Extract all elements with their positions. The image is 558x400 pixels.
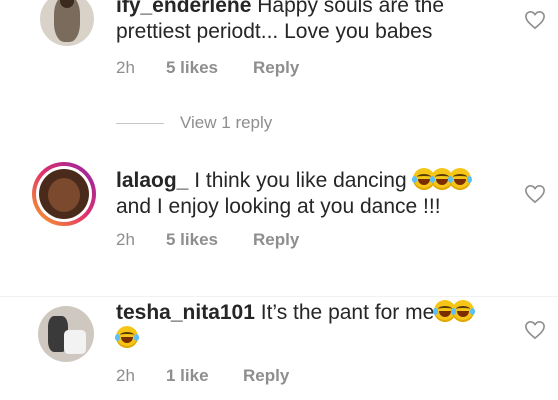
emoji-group [411,168,472,192]
heart-icon[interactable] [524,184,546,204]
comment-body-line1: It’s the pant for me [254,301,435,324]
tears-of-joy-emoji-icon [451,300,476,322]
comment-text: tesha_nita101 It’s the pant for me [115,300,536,352]
comment-body-line2: and I enjoy looking at you dance !!! [116,195,441,218]
emoji-group [115,326,139,350]
comment-item: ify_enderlene Happy souls are the pretti… [0,0,558,100]
comment-meta: 2h 1 like Reply [116,366,516,388]
tears-of-joy-emoji-icon [447,168,472,190]
avatar[interactable] [38,306,94,362]
comment-meta: 2h 5 likes Reply [116,230,516,252]
view-replies-toggle[interactable]: View 1 reply [116,113,416,135]
comment-text: lalaog_ I think you like dancing and I e… [116,168,536,220]
comment-body-line2: prettiest periodt... Love you babes [116,20,433,43]
reply-button[interactable]: Reply [253,230,299,250]
avatar[interactable] [32,162,96,226]
heart-icon[interactable] [524,320,546,340]
comment-time: 2h [116,366,135,385]
reply-button[interactable]: Reply [243,366,289,386]
avatar[interactable] [40,0,94,46]
comment-item: tesha_nita101 It’s the pant for me 2h 1 … [0,300,558,400]
comment-username[interactable]: ify_enderlene [116,0,251,17]
comment-time: 2h [116,58,135,77]
comment-text: ify_enderlene Happy souls are the pretti… [116,0,516,45]
comment-username[interactable]: lalaog_ [116,169,188,192]
divider [0,296,558,297]
likes-count[interactable]: 5 likes [166,230,218,250]
heart-icon[interactable] [524,10,546,30]
comment-username[interactable]: tesha_nita101 [116,301,255,324]
reply-button[interactable]: Reply [253,58,299,78]
comment-body-line1: Happy souls are the [251,0,445,17]
comment-meta: 2h 5 likes Reply [116,58,516,80]
view-replies-label[interactable]: View 1 reply [180,113,272,133]
likes-count[interactable]: 5 likes [166,58,218,78]
comment-item: lalaog_ I think you like dancing and I e… [0,160,558,280]
likes-count[interactable]: 1 like [166,366,209,386]
tears-of-joy-emoji-icon [115,326,139,348]
view-replies-line [116,123,164,124]
comment-time: 2h [116,230,135,249]
emoji-group [433,300,476,324]
comment-body-line1: I think you like dancing [188,169,413,192]
